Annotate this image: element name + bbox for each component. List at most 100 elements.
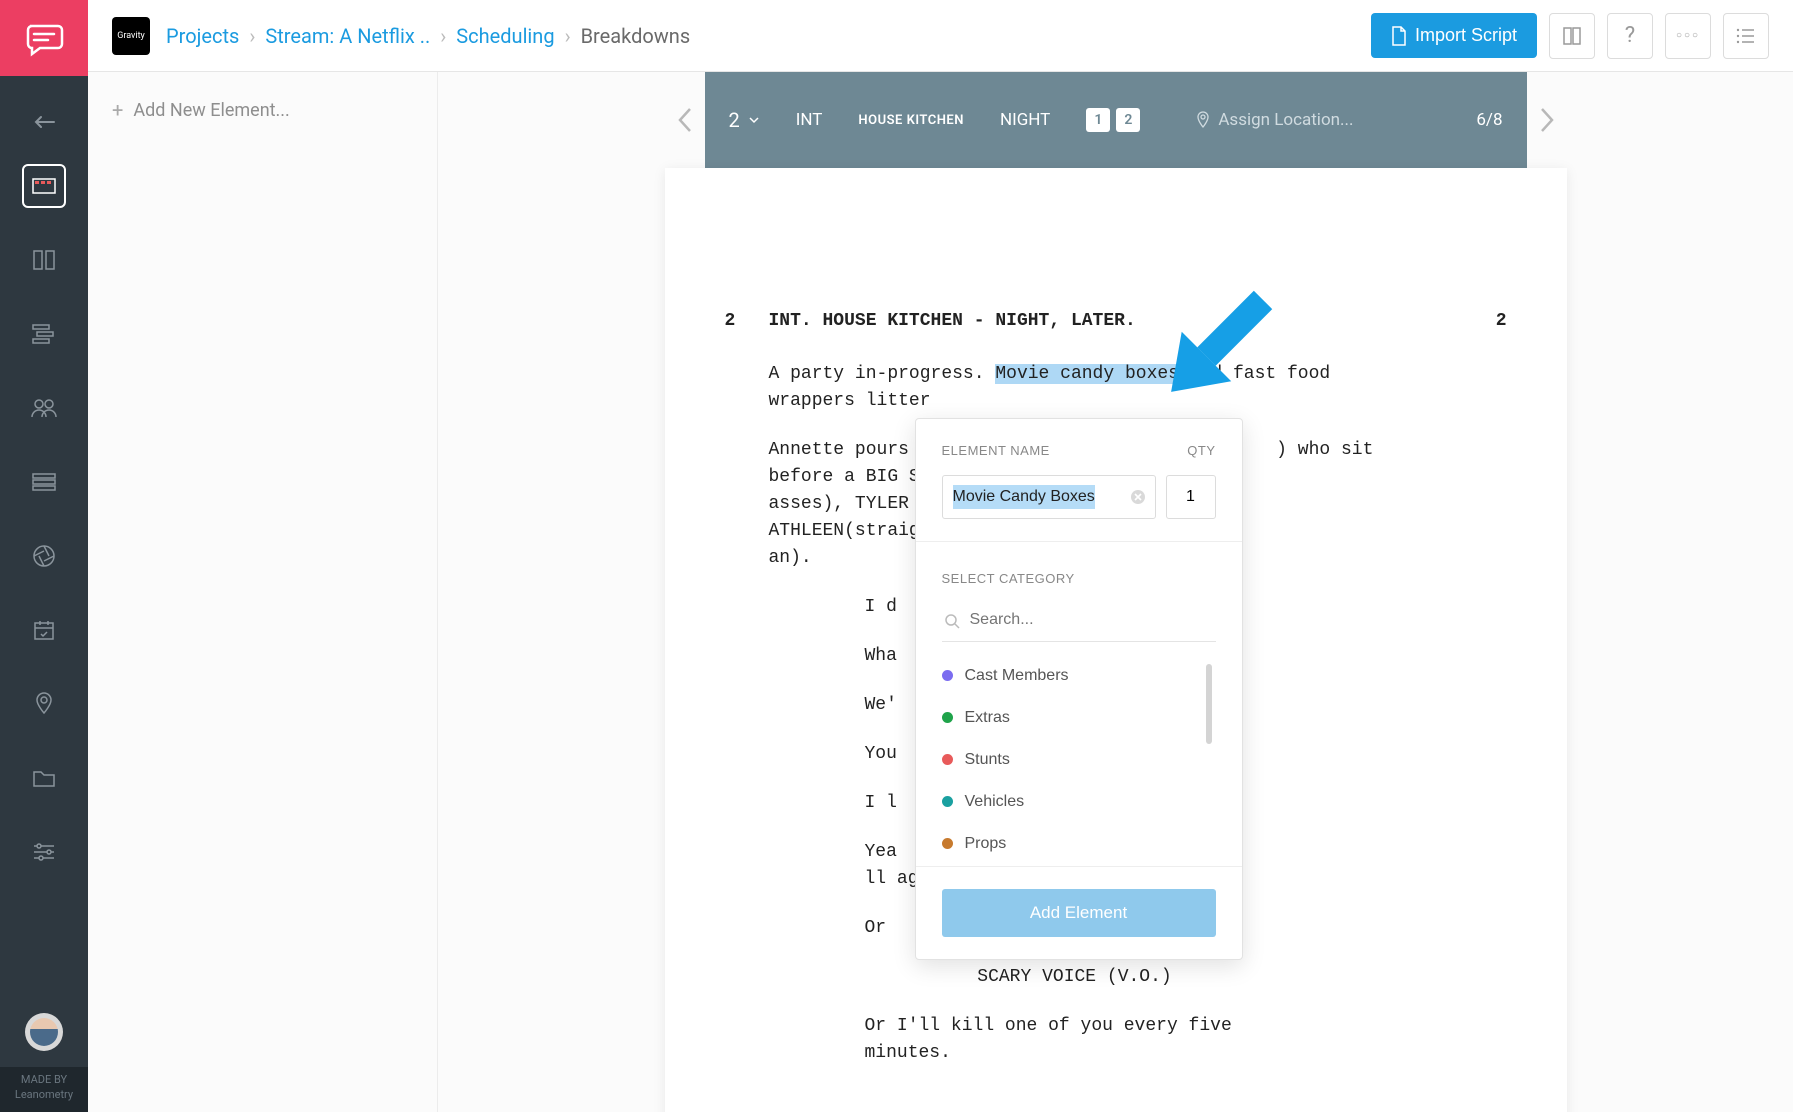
pin-icon bbox=[34, 691, 54, 717]
category-item[interactable]: Extras bbox=[942, 706, 1216, 730]
rail-cast[interactable] bbox=[22, 386, 66, 430]
dialogue[interactable]: Or I'll kill one of you every five minut… bbox=[865, 1013, 1285, 1067]
qty-input[interactable] bbox=[1166, 475, 1216, 519]
slugline-text: INT. HOUSE KITCHEN - NIGHT, LATER. bbox=[769, 308, 1136, 335]
more-button[interactable]: ○○○ bbox=[1665, 13, 1711, 59]
assign-location-label: Assign Location... bbox=[1218, 110, 1353, 130]
crumb-current: Breakdowns bbox=[581, 24, 691, 48]
rail-aperture[interactable] bbox=[22, 534, 66, 578]
scene-number: 2 bbox=[729, 108, 740, 132]
category-item[interactable]: Props bbox=[942, 832, 1216, 856]
import-script-button[interactable]: Import Script bbox=[1371, 13, 1537, 58]
breadcrumb: Projects › Stream: A Netflix .. › Schedu… bbox=[166, 24, 690, 48]
folder-icon bbox=[31, 767, 57, 789]
scrollbar[interactable] bbox=[1206, 664, 1212, 744]
element-name-input[interactable]: Movie Candy Boxes bbox=[942, 475, 1156, 519]
crumb-scheduling[interactable]: Scheduling bbox=[456, 24, 554, 48]
scene-number-selector[interactable]: 2 bbox=[729, 108, 760, 132]
nav-rail: MADE BY Leanometry bbox=[0, 0, 88, 1112]
category-search-input[interactable] bbox=[942, 605, 1216, 635]
rail-location[interactable] bbox=[22, 682, 66, 726]
search-icon bbox=[944, 613, 960, 629]
category-label: Vehicles bbox=[965, 790, 1025, 814]
list-icon bbox=[1736, 28, 1756, 44]
plus-icon: + bbox=[112, 98, 123, 122]
crumb-projects[interactable]: Projects bbox=[166, 24, 239, 48]
rail-breakdown[interactable] bbox=[22, 164, 66, 208]
add-new-label: Add New Element... bbox=[133, 100, 289, 121]
question-icon: ? bbox=[1625, 23, 1635, 48]
split-icon bbox=[31, 247, 57, 273]
chevron-right-icon: › bbox=[440, 24, 446, 48]
chevron-right-icon: › bbox=[565, 24, 571, 48]
pin-icon bbox=[1196, 111, 1210, 129]
select-category-label: SELECT CATEGORY bbox=[942, 571, 1075, 586]
document-icon bbox=[1391, 26, 1407, 46]
rail-files[interactable] bbox=[22, 756, 66, 800]
project-logo[interactable]: Gravity bbox=[112, 17, 150, 55]
chat-logo-icon bbox=[24, 18, 64, 58]
scene-tod: NIGHT bbox=[1000, 110, 1050, 130]
category-color-dot bbox=[942, 712, 953, 723]
character-cue[interactable]: SCARY VOICE (V.O.) bbox=[865, 964, 1285, 991]
action-text: A party in-progress. bbox=[769, 364, 996, 384]
rail-compare[interactable] bbox=[22, 238, 66, 282]
category-label: Stunts bbox=[965, 748, 1010, 772]
chevron-right-icon: › bbox=[249, 24, 255, 48]
people-icon bbox=[30, 397, 58, 419]
import-label: Import Script bbox=[1415, 25, 1517, 46]
script-canvas: 2 INT HOUSE KITCHEN NIGHT 1 2 Assign Loc bbox=[438, 72, 1793, 1112]
aperture-icon bbox=[31, 543, 57, 569]
more-icon: ○○○ bbox=[1676, 30, 1700, 41]
help-button[interactable]: ? bbox=[1607, 13, 1653, 59]
category-list: Cast Members Extras Stunts Vehicles Props bbox=[942, 664, 1216, 856]
category-item[interactable]: Stunts bbox=[942, 748, 1216, 772]
user-avatar[interactable] bbox=[25, 1013, 63, 1051]
element-name-value: Movie Candy Boxes bbox=[953, 485, 1095, 509]
rail-reports[interactable] bbox=[22, 460, 66, 504]
topbar: Gravity Projects › Stream: A Netflix .. … bbox=[88, 0, 1793, 72]
sliders-icon bbox=[31, 841, 57, 863]
list-button[interactable] bbox=[1723, 13, 1769, 59]
footer-credit: MADE BY Leanometry bbox=[0, 1067, 88, 1112]
category-item[interactable]: Cast Members bbox=[942, 664, 1216, 688]
category-color-dot bbox=[942, 754, 953, 765]
prev-scene-button[interactable] bbox=[665, 72, 705, 168]
rows-icon bbox=[31, 472, 57, 492]
app-logo[interactable] bbox=[0, 0, 88, 76]
scene-tag[interactable]: 1 bbox=[1086, 108, 1110, 132]
add-new-element[interactable]: + Add New Element... bbox=[112, 98, 413, 122]
highlighted-text[interactable]: Movie candy boxes bbox=[995, 364, 1179, 384]
scene-num-right: 2 bbox=[1496, 308, 1507, 335]
category-color-dot bbox=[942, 796, 953, 807]
add-element-button[interactable]: Add Element bbox=[942, 889, 1216, 937]
element-popover: ELEMENT NAME QTY Movie Candy Boxes bbox=[915, 418, 1243, 960]
rail-settings[interactable] bbox=[22, 830, 66, 874]
chevron-left-icon bbox=[676, 105, 694, 135]
category-label: Cast Members bbox=[965, 664, 1069, 688]
scene-header: 2 INT HOUSE KITCHEN NIGHT 1 2 Assign Loc bbox=[705, 72, 1527, 168]
made-by-label: MADE BY bbox=[0, 1073, 88, 1087]
crumb-stream[interactable]: Stream: A Netflix .. bbox=[265, 24, 430, 48]
chevron-right-icon bbox=[1538, 105, 1556, 135]
action-line[interactable]: A party in-progress. Movie candy boxes a… bbox=[769, 361, 1409, 415]
scene-num-left: 2 bbox=[725, 308, 769, 335]
next-scene-button[interactable] bbox=[1527, 72, 1567, 168]
clear-input-button[interactable] bbox=[1130, 489, 1146, 505]
category-color-dot bbox=[942, 838, 953, 849]
script-page[interactable]: 2 INT. HOUSE KITCHEN - NIGHT, LATER. 2 A… bbox=[665, 168, 1567, 1112]
element-name-label: ELEMENT NAME bbox=[942, 441, 1050, 461]
qty-label: QTY bbox=[1187, 441, 1215, 461]
rail-calendar[interactable] bbox=[22, 608, 66, 652]
assign-location[interactable]: Assign Location... bbox=[1196, 110, 1353, 130]
category-item[interactable]: Vehicles bbox=[942, 790, 1216, 814]
film-icon bbox=[31, 173, 57, 199]
strips-icon bbox=[31, 323, 57, 345]
scene-page: 6/8 bbox=[1476, 110, 1502, 130]
rail-strips[interactable] bbox=[22, 312, 66, 356]
scene-tag[interactable]: 2 bbox=[1116, 108, 1140, 132]
chevron-down-icon bbox=[748, 116, 760, 124]
back-button[interactable] bbox=[22, 100, 66, 144]
book-button[interactable] bbox=[1549, 13, 1595, 59]
arrow-left-icon bbox=[33, 115, 55, 129]
